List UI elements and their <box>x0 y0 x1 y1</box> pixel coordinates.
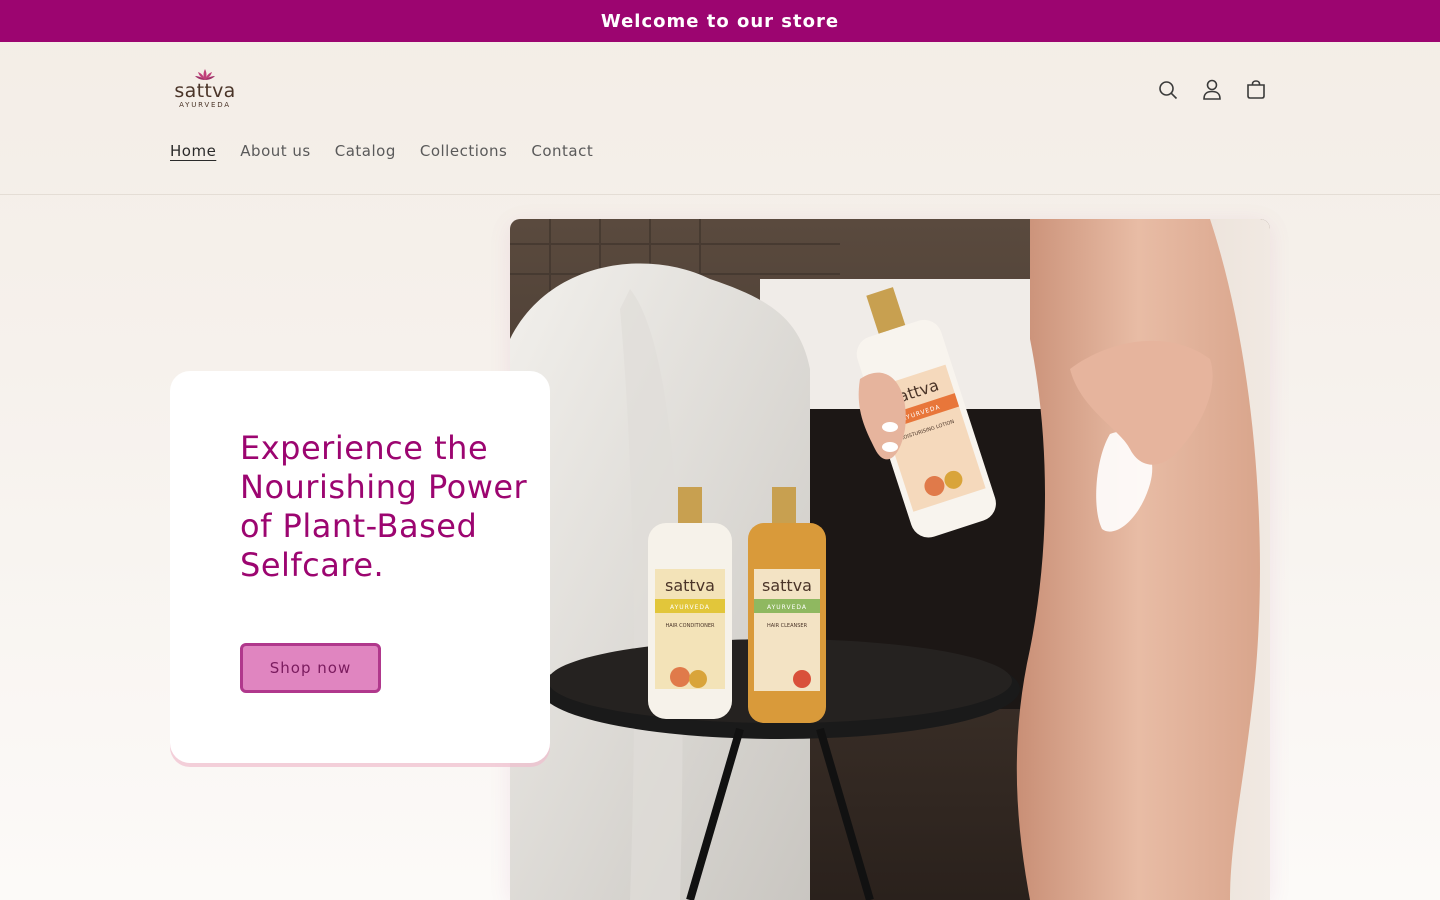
search-icon[interactable] <box>1156 78 1180 102</box>
logo-wordmark: sattva <box>174 80 236 102</box>
nav-item-about-us[interactable]: About us <box>240 142 310 160</box>
logo-subtitle: AYURVEDA <box>179 101 231 109</box>
hero-image: sattva AYURVEDA HAIR CONDITIONER sattva … <box>510 219 1270 900</box>
main-nav: Home About us Catalog Collections Contac… <box>170 142 593 160</box>
svg-text:HAIR CLEANSER: HAIR CLEANSER <box>767 623 808 629</box>
nav-item-home[interactable]: Home <box>170 142 216 160</box>
announcement-text: Welcome to our store <box>600 10 840 32</box>
site-header: sattva AYURVEDA Home About us Catalog Co… <box>0 42 1440 195</box>
cart-icon[interactable] <box>1244 78 1268 102</box>
nav-item-collections[interactable]: Collections <box>420 142 508 160</box>
account-icon[interactable] <box>1200 78 1224 102</box>
svg-text:AYURVEDA: AYURVEDA <box>767 604 807 611</box>
hero-heading: Experience the Nourishing Power of Plant… <box>240 429 528 584</box>
logo[interactable]: sattva AYURVEDA <box>172 68 238 114</box>
shop-now-button[interactable]: Shop now <box>240 643 381 693</box>
svg-text:sattva: sattva <box>762 576 812 595</box>
nav-item-catalog[interactable]: Catalog <box>335 142 396 160</box>
header-icons <box>1156 78 1268 102</box>
hero-card: Experience the Nourishing Power of Plant… <box>170 371 550 763</box>
announcement-bar: Welcome to our store <box>0 0 1440 42</box>
svg-text:sattva: sattva <box>665 576 715 595</box>
nav-item-contact[interactable]: Contact <box>531 142 593 160</box>
svg-text:HAIR CONDITIONER: HAIR CONDITIONER <box>665 623 715 629</box>
svg-text:AYURVEDA: AYURVEDA <box>670 604 710 611</box>
